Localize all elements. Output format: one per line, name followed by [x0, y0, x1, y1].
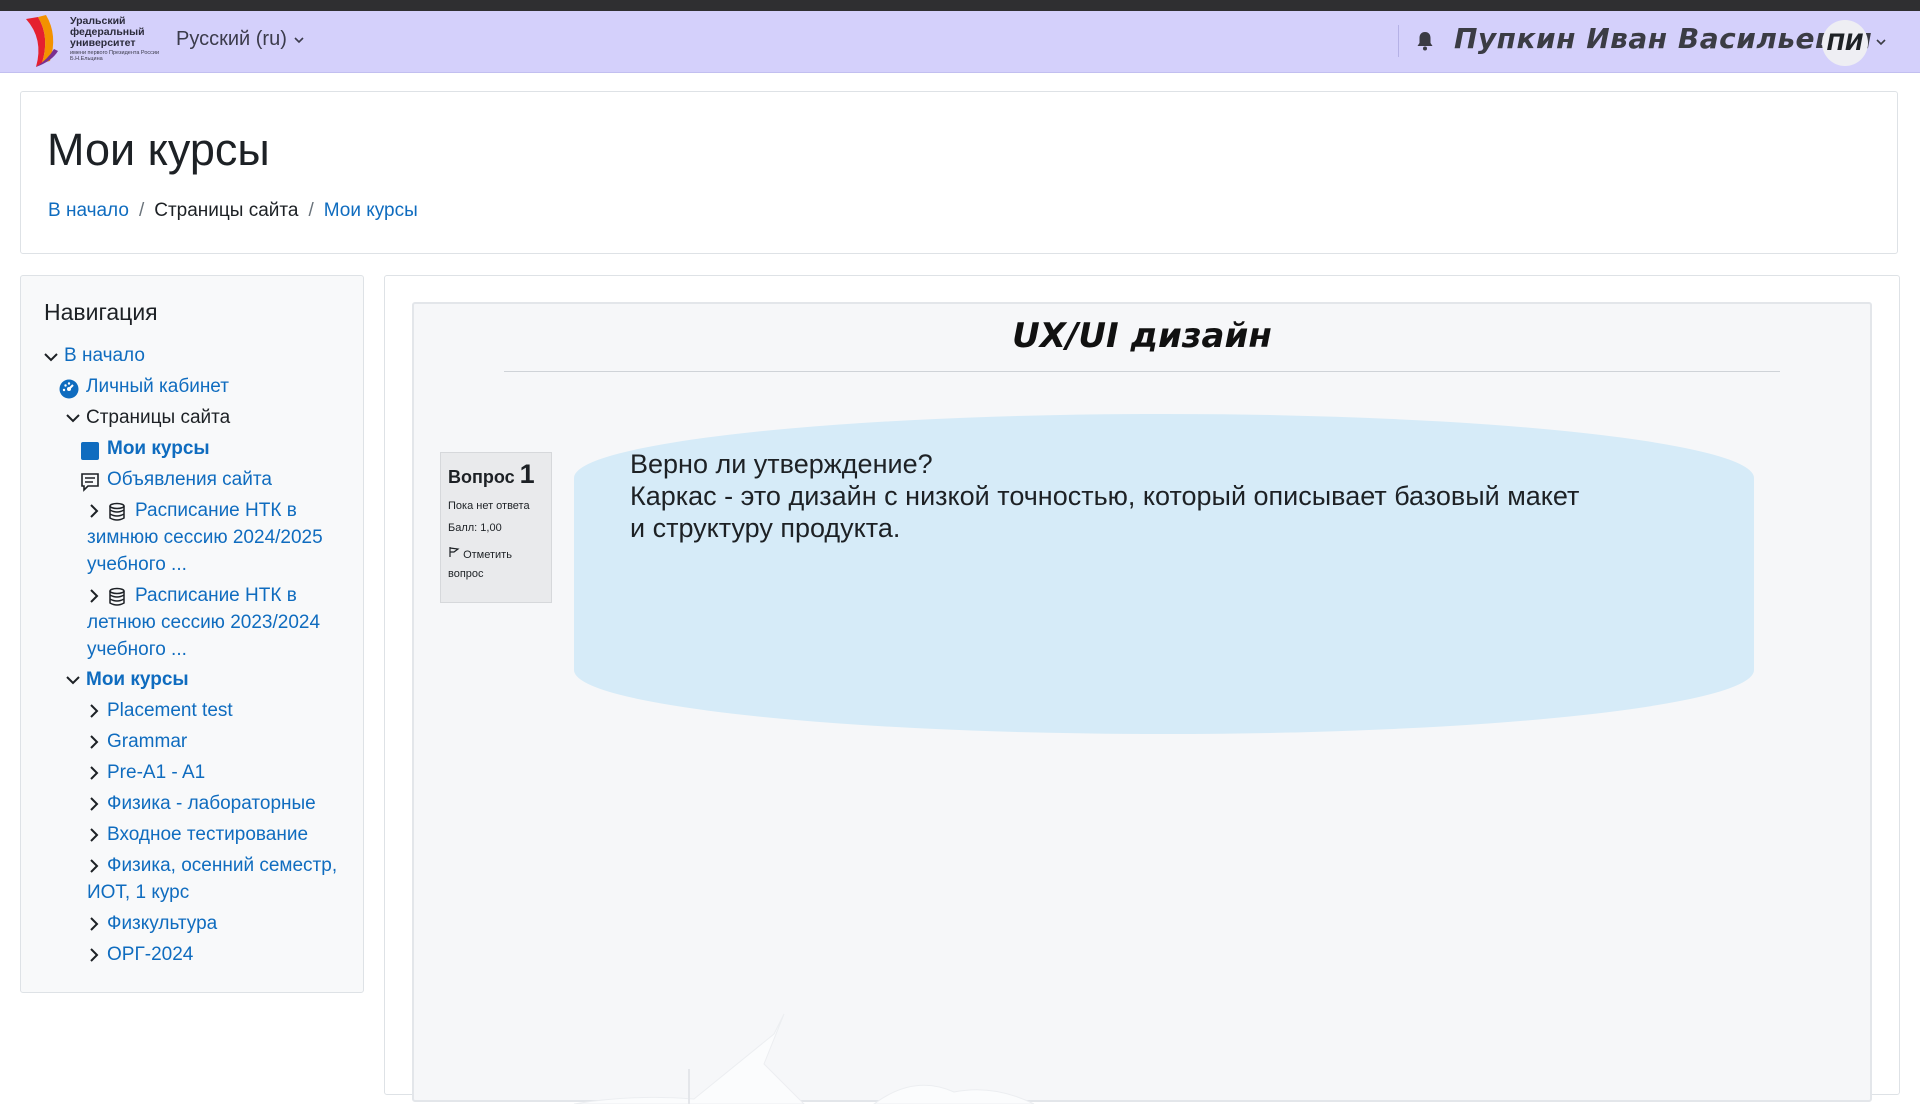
nav-my-courses[interactable]: Мои курсы — [86, 666, 189, 693]
nav-course-item[interactable]: Pre-A1 - A1 — [107, 759, 205, 786]
chevron-right-icon[interactable] — [87, 766, 101, 780]
breadcrumb-separator: / — [308, 200, 314, 221]
chevron-right-icon[interactable] — [87, 828, 101, 842]
university-logo[interactable]: Уральский федеральный университет имени … — [24, 13, 160, 69]
navbar-divider — [1398, 25, 1399, 57]
flag-icon — [449, 547, 460, 557]
question-text-line-2: Каркас - это дизайн с низкой точностью, … — [630, 481, 1580, 543]
page-title: Мои курсы — [47, 124, 270, 175]
chevron-right-icon[interactable] — [87, 704, 101, 718]
nav-course-item[interactable]: Grammar — [107, 728, 187, 755]
question-text: Верно ли утверждение? Каркас - это дизай… — [630, 448, 1590, 544]
nav-course-item[interactable]: Входное тестирование — [107, 821, 308, 848]
nav-home[interactable]: В начало — [64, 342, 145, 369]
nav-course-item[interactable]: Физика, осенний семестр, ИОТ, 1 курс — [87, 852, 349, 906]
chevron-down-icon — [294, 36, 304, 43]
nav-course-item[interactable]: Placement test — [107, 697, 233, 724]
forum-icon — [81, 473, 99, 492]
chevron-right-icon[interactable] — [87, 917, 101, 931]
logo-line-3: университет — [70, 37, 136, 49]
nav-site-announcements[interactable]: Объявления сайта — [107, 466, 272, 493]
user-menu-chevron-down-icon[interactable] — [1874, 35, 1888, 49]
slide-title: UX/UI дизайн — [1012, 316, 1272, 356]
question-label: Вопрос — [448, 467, 515, 487]
slide-divider — [504, 371, 1780, 372]
question-text-line-1: Верно ли утверждение? — [630, 449, 933, 479]
question-bubble: Верно ли утверждение? Каркас - это дизай… — [574, 414, 1754, 734]
logo-subtitle: имени первого Президента России Б.Н.Ельц… — [70, 50, 160, 62]
chevron-right-icon[interactable] — [87, 735, 101, 749]
chevron-down-icon[interactable] — [66, 411, 80, 425]
dashboard-icon — [59, 379, 79, 399]
breadcrumb-separator: / — [138, 200, 145, 221]
decorative-graphic-icon — [574, 1013, 1035, 1104]
window-top-strip — [0, 0, 1920, 11]
page-header: Мои курсы В начало / Страницы сайта / Мо… — [20, 91, 1898, 254]
nav-schedule-winter[interactable]: Расписание НТК в зимнюю сессию 2024/2025… — [87, 497, 349, 578]
language-label: Русский (ru) — [176, 28, 287, 50]
avatar[interactable]: ПИ — [1822, 20, 1868, 66]
question-number: Вопрос 1 — [448, 459, 544, 490]
question-info-panel: Вопрос 1 Пока нет ответа Балл: 1,00 Отме… — [440, 452, 552, 603]
chevron-down-icon[interactable] — [66, 673, 80, 687]
urfu-logo-icon — [26, 15, 58, 67]
course-square-icon — [81, 442, 99, 460]
question-number-value: 1 — [519, 459, 535, 489]
chevron-right-icon[interactable] — [87, 797, 101, 811]
nav-dashboard[interactable]: Личный кабинет — [86, 373, 229, 400]
nav-my-courses-page[interactable]: Мои курсы — [107, 435, 210, 462]
bell-icon[interactable] — [1413, 29, 1437, 53]
question-grade: Балл: 1,00 — [448, 522, 502, 534]
breadcrumb-my-courses[interactable]: Мои курсы — [324, 200, 418, 222]
nav-course-item[interactable]: ОРГ-2024 — [107, 941, 193, 968]
top-navbar: Уральский федеральный университет имени … — [0, 11, 1920, 73]
nav-course-item[interactable]: Физика - лабораторные — [107, 790, 316, 817]
breadcrumb-home[interactable]: В начало — [48, 200, 129, 222]
language-selector[interactable]: Русский (ru) — [176, 28, 305, 51]
slide-frame: UX/UI дизайн Вопрос 1 Пока нет ответа Ба… — [412, 302, 1872, 1104]
chevron-right-icon[interactable] — [87, 948, 101, 962]
chevron-down-icon[interactable] — [44, 350, 58, 364]
logo-text: Уральский федеральный университет — [70, 16, 160, 49]
flag-question-link[interactable]: Отметить вопрос — [448, 546, 544, 584]
nav-course-item[interactable]: Физкультура — [107, 910, 217, 937]
nav-schedule-summer[interactable]: Расписание НТК в летнюю сессию 2023/2024… — [87, 582, 349, 663]
user-name[interactable]: Пупкин Иван Васильевич — [1454, 22, 1873, 55]
nav-site-pages[interactable]: Страницы сайта — [86, 404, 230, 431]
breadcrumb: В начало / Страницы сайта / Мои курсы — [48, 200, 418, 222]
navigation-title: Навигация — [44, 299, 158, 325]
navigation-block: Навигация В начало Личный кабинет Страни… — [20, 275, 364, 993]
question-status: Пока нет ответа — [448, 500, 530, 512]
breadcrumb-site-pages: Страницы сайта — [154, 200, 299, 221]
